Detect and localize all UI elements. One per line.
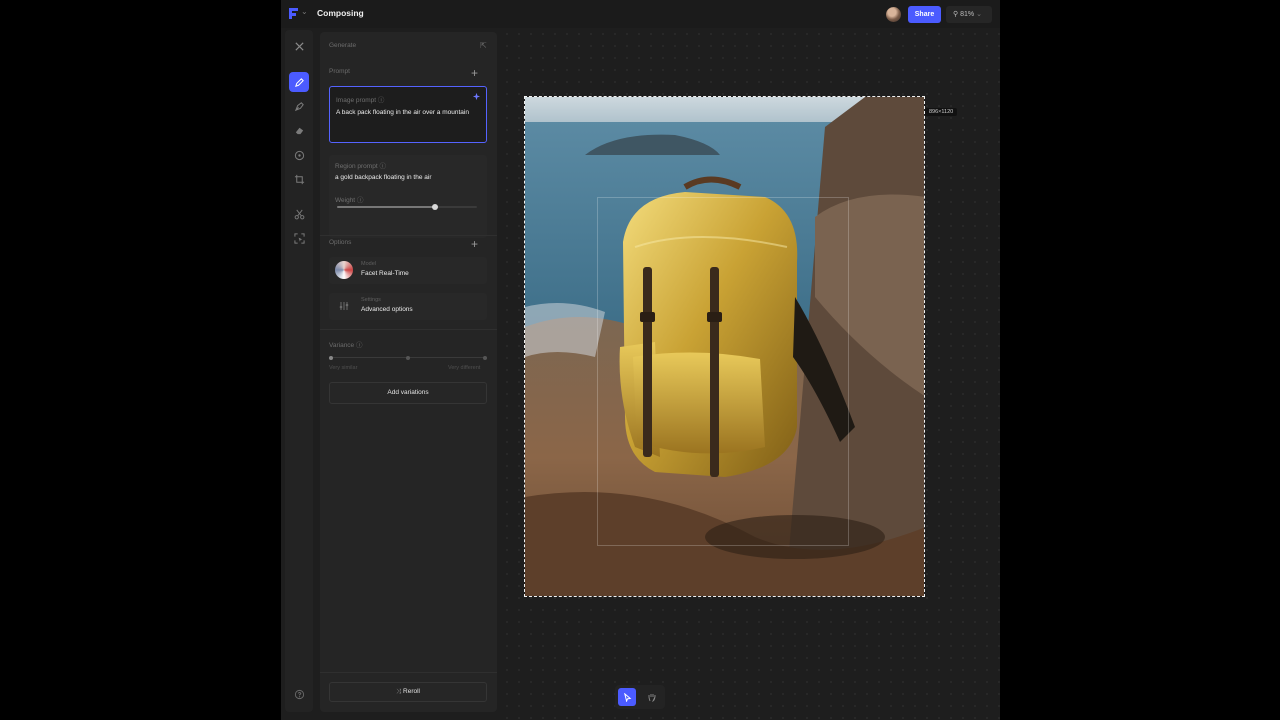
hand-tool-button[interactable] [643, 688, 661, 706]
image-size-label: 896×1120 [925, 108, 958, 116]
weight-slider-fill [337, 206, 435, 208]
help-button[interactable] [289, 684, 309, 704]
options-header: Options [329, 239, 352, 246]
add-prompt-button[interactable]: + [471, 67, 478, 79]
page-title: Composing [317, 8, 364, 18]
prompt-header: Prompt [329, 68, 350, 75]
sliders-icon [339, 302, 349, 310]
eraser-icon [295, 127, 303, 134]
variance-min-label: Very similar [329, 365, 358, 371]
model-thumbnail [335, 261, 353, 279]
shuffle-icon: ⤨ [396, 688, 402, 695]
divider [320, 235, 497, 236]
region-prompt-text[interactable]: a gold backpack floating in the air [335, 173, 431, 182]
add-variations-button[interactable]: Add variations [329, 382, 487, 404]
add-option-button[interactable]: + [471, 238, 478, 250]
divider [320, 672, 497, 673]
reroll-label: Reroll [403, 688, 420, 695]
info-icon: ⓘ [377, 97, 385, 104]
select-icon [293, 232, 305, 244]
zoom-level: 81% [960, 11, 975, 18]
search-icon: ⚲ [953, 11, 959, 18]
select-tool-button[interactable] [289, 228, 309, 248]
region-selection[interactable] [597, 197, 849, 546]
help-icon [294, 689, 304, 699]
divider [320, 329, 497, 330]
variance-max-label: Very different [448, 365, 481, 371]
crop-icon [294, 174, 304, 184]
settings-value: Advanced options [361, 306, 413, 313]
pencil-icon [294, 77, 304, 87]
pencil-tool-button[interactable] [289, 72, 309, 92]
cut-tool-button[interactable] [289, 204, 309, 224]
info-icon: ⓘ [356, 197, 364, 204]
variance-label: Variance ⓘ [329, 342, 363, 349]
collapse-icon[interactable]: ⇱ [480, 41, 487, 50]
hand-icon [648, 694, 656, 702]
pen-tool-button[interactable] [289, 96, 309, 116]
variance-slider[interactable] [329, 355, 487, 360]
image-prompt-text[interactable]: A back pack floating in the air over a m… [336, 108, 476, 117]
close-icon [294, 41, 304, 51]
info-icon: ⓘ [355, 342, 363, 349]
variance-tick [406, 355, 410, 360]
model-value: Facet Real-Time [361, 270, 409, 277]
move-tool-button[interactable] [289, 145, 309, 165]
scissors-icon [294, 209, 304, 219]
zoom-control[interactable]: ⚲ 81% ⌄ [946, 6, 992, 23]
model-small-label: Model [361, 261, 376, 267]
variance-slider-thumb[interactable] [329, 355, 333, 360]
region-prompt-card: Region prompt ⓘ a gold backpack floating… [329, 155, 487, 238]
pointer-icon [623, 692, 631, 702]
eraser-tool-button[interactable] [289, 120, 309, 140]
generate-panel: Generate ⇱ Prompt + Image prompt ⓘ A bac… [320, 32, 497, 712]
pointer-tool-button[interactable] [618, 688, 636, 706]
share-button[interactable]: Share [908, 6, 941, 23]
top-bar: ⌄ Composing Share ⚲ 81% ⌄ [281, 0, 1000, 28]
variance-tick [483, 355, 487, 360]
chevron-down-icon[interactable]: ⌄ [301, 7, 308, 16]
weight-slider-thumb[interactable] [432, 204, 438, 210]
close-button[interactable] [289, 36, 309, 56]
image-prompt-field[interactable]: Image prompt ⓘ A back pack floating in t… [329, 86, 487, 143]
settings-small-label: Settings [361, 297, 381, 303]
crop-tool-button[interactable] [289, 169, 309, 189]
weight-slider[interactable] [337, 204, 477, 210]
pen-icon [294, 101, 304, 111]
weight-label: Weight ⓘ [335, 197, 364, 204]
move-icon [294, 150, 304, 160]
region-prompt-label: Region prompt ⓘ [335, 163, 386, 170]
bottom-toolbar [615, 685, 665, 709]
avatar[interactable] [886, 7, 901, 22]
logo-icon[interactable] [288, 7, 299, 20]
info-icon: ⓘ [379, 163, 386, 170]
model-selector[interactable]: Model Facet Real-Time [329, 257, 487, 284]
sparkle-icon[interactable] [472, 92, 481, 101]
image-prompt-label: Image prompt ⓘ [336, 97, 385, 104]
reroll-button[interactable]: ⤨ Reroll [329, 682, 487, 702]
chevron-down-icon: ⌄ [976, 11, 982, 18]
tool-rail [285, 30, 313, 712]
panel-title: Generate [329, 42, 357, 49]
advanced-options-card[interactable]: Settings Advanced options [329, 293, 487, 320]
